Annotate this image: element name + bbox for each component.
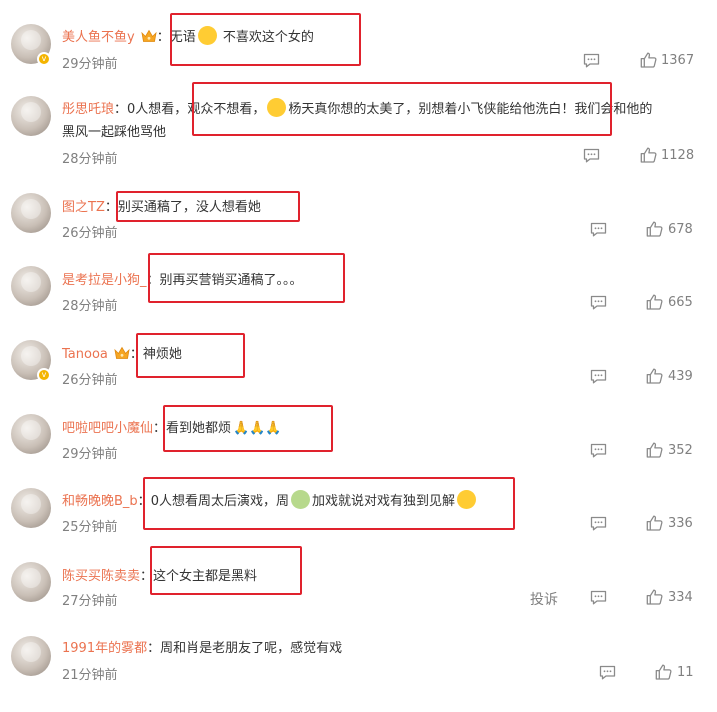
comment-time: 25分钟前 [62, 520, 118, 535]
comment-time: 28分钟前 [62, 152, 118, 167]
thumbs-up-icon[interactable] [640, 147, 657, 163]
like-count[interactable]: 352 [668, 443, 693, 458]
avatar[interactable] [11, 414, 51, 454]
like-count[interactable]: 1128 [661, 148, 694, 163]
comment-reply-icon[interactable] [590, 369, 607, 384]
comment-username[interactable]: 陈买买陈卖卖 [62, 569, 140, 584]
emoji-icon [267, 98, 287, 117]
comment-reply-icon[interactable] [590, 590, 607, 605]
comment-time: 21分钟前 [62, 668, 118, 683]
verified-badge-icon: v [37, 368, 51, 382]
comment-text: 1991年的雾都：周和肖是老朋友了呢，感觉有戏 [62, 641, 343, 656]
comment-text-continued: 黑风一起踩他骂他 [62, 125, 167, 140]
comment-username[interactable]: 1991年的雾都 [62, 641, 147, 656]
comment-username[interactable]: 和畅晚晚B_b [62, 494, 138, 509]
comment-username[interactable]: 图之TZ [62, 200, 105, 215]
comment-reply-icon[interactable] [590, 443, 607, 458]
thumbs-up-icon[interactable] [646, 589, 663, 605]
comment-text: 陈买买陈卖卖：这个女主都是黑料 [62, 569, 258, 584]
comment-text: Tanooa ：神烦她 [62, 346, 182, 362]
comment-reply-icon[interactable] [590, 295, 607, 310]
comment-text: 是考拉是小狗_：别再买营销买通稿了。。。 [62, 273, 303, 288]
thumbs-up-icon[interactable] [646, 294, 663, 310]
comment-text: 彤思吒琅：0人想看，观众不想看， 杨天真你想的太美了，别想着小飞侠能给他洗白！我们… [62, 98, 652, 117]
report-button[interactable]: 投诉 [530, 589, 558, 609]
comment-time: 26分钟前 [62, 226, 118, 241]
like-count[interactable]: 439 [668, 369, 693, 384]
comment-reply-icon[interactable] [590, 516, 607, 531]
comment-reply-icon[interactable] [599, 665, 616, 680]
comment-username[interactable]: 是考拉是小狗_ [62, 273, 147, 288]
like-count[interactable]: 336 [668, 516, 693, 531]
thumbs-up-icon[interactable] [655, 664, 672, 680]
thumbs-up-icon[interactable] [646, 515, 663, 531]
comment-text: 图之TZ：别买通稿了，没人想看她 [62, 200, 261, 215]
emoji-icon [197, 26, 217, 45]
avatar[interactable] [11, 266, 51, 306]
comment-reply-icon[interactable] [583, 53, 600, 68]
avatar[interactable] [11, 193, 51, 233]
comment-reply-icon[interactable] [590, 222, 607, 237]
avatar[interactable] [11, 562, 51, 602]
comment-time: 28分钟前 [62, 299, 118, 314]
emoji-icon [290, 490, 310, 509]
vip-crown-icon [141, 29, 157, 43]
like-count[interactable]: 1367 [661, 53, 694, 68]
vip-crown-icon [114, 346, 130, 360]
comment-time: 27分钟前 [62, 594, 118, 609]
thumbs-up-icon[interactable] [646, 442, 663, 458]
comment-username[interactable]: 吧啦吧吧小魔仙 [62, 421, 153, 436]
like-count[interactable]: 11 [677, 665, 694, 680]
comment-username[interactable]: 美人鱼不鱼y [62, 30, 135, 45]
comment-text: 吧啦吧吧小魔仙：看到她都烦 🙏🙏🙏 [62, 421, 282, 436]
emoji-icon [456, 490, 476, 509]
comment-reply-icon[interactable] [583, 148, 600, 163]
comment-text: 美人鱼不鱼y ：无语 不喜欢这个女的 [62, 26, 314, 45]
avatar[interactable] [11, 488, 51, 528]
like-count[interactable]: 334 [668, 590, 693, 605]
thumbs-up-icon[interactable] [640, 52, 657, 68]
comment-time: 29分钟前 [62, 447, 118, 462]
comment-time: 29分钟前 [62, 57, 118, 72]
like-count[interactable]: 678 [668, 222, 693, 237]
thumbs-up-icon[interactable] [646, 368, 663, 384]
comment-username[interactable]: Tanooa [62, 347, 108, 362]
comment-text: 和畅晚晚B_b：0人想看周太后演戏，周 加戏就说对戏有独到见解 [62, 490, 478, 509]
avatar[interactable] [11, 96, 51, 136]
like-count[interactable]: 665 [668, 295, 693, 310]
comment-time: 26分钟前 [62, 373, 118, 388]
thumbs-up-icon[interactable] [646, 221, 663, 237]
avatar[interactable] [11, 636, 51, 676]
verified-badge-icon: v [37, 52, 51, 66]
praying-hands-icon: 🙏🙏🙏 [233, 421, 282, 436]
comment-username[interactable]: 彤思吒琅 [62, 102, 114, 117]
